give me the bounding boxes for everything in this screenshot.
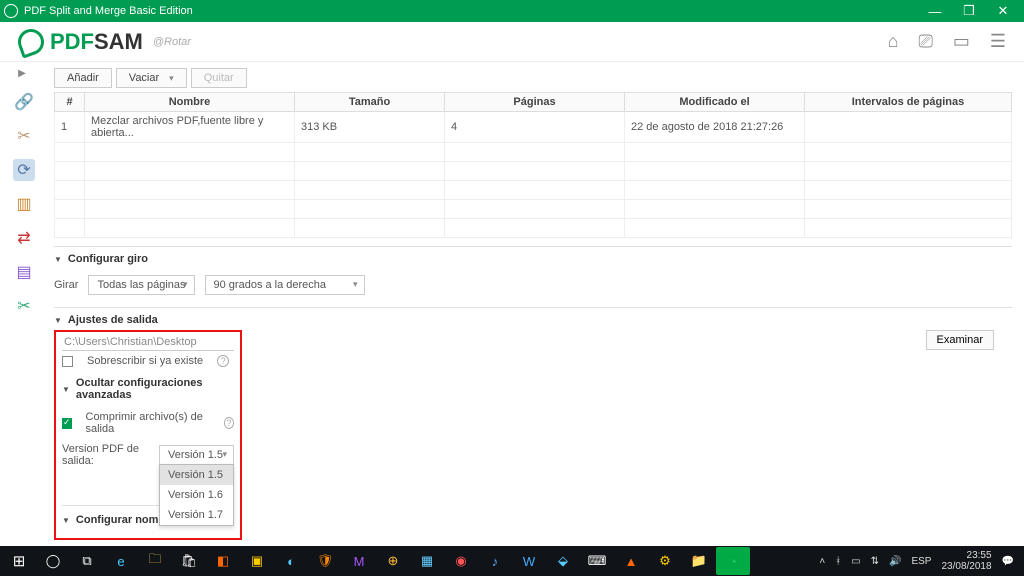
sidebar: ▶ 🔗 ✂ ⟳ ▥ ⇄ ▤ ✂ [0, 62, 48, 546]
minimize-button[interactable]: — [918, 0, 952, 22]
app-taskbar[interactable]: ▣ [240, 547, 274, 575]
table-row [55, 162, 1012, 181]
app-taskbar[interactable]: ♪ [478, 547, 512, 575]
dropdown-option[interactable]: Versión 1.6 [160, 485, 233, 505]
app-taskbar[interactable]: ⬙ [546, 547, 580, 575]
app-taskbar[interactable]: ⌨ [580, 547, 614, 575]
tray-battery-icon[interactable]: ▭ [851, 556, 860, 567]
split-icon[interactable]: ✂ [13, 125, 35, 147]
table-row [55, 219, 1012, 238]
pdf-version-label: Version PDF de salida: [62, 443, 149, 467]
windows-taskbar: ⊞ ◯ ⧉ e 🗀 🛍 ◧ ▣ ◐ 🛡 M ⊕ ▦ ◉ ♪ W ⬙ ⌨ ▲ ⚙ … [0, 546, 1024, 576]
col-num[interactable]: # [55, 93, 85, 112]
word-taskbar[interactable]: W [512, 547, 546, 575]
app-logo: PDFSAM @Rotar [18, 29, 191, 55]
col-pages[interactable]: Páginas [445, 93, 625, 112]
advanced-head[interactable]: Ocultar configuraciones avanzadas [62, 371, 234, 407]
compress-checkbox[interactable] [62, 418, 72, 429]
brand-subtitle: @Rotar [153, 36, 191, 48]
task-view[interactable]: ⧉ [70, 547, 104, 575]
app-taskbar[interactable]: 🛡 [308, 547, 342, 575]
table-row [55, 181, 1012, 200]
rotate-section-head[interactable]: Configurar giro [54, 246, 1012, 271]
dropdown-option[interactable]: Versión 1.7 [160, 505, 233, 525]
tray-notifications-icon[interactable]: 💬 [1002, 556, 1014, 567]
table-row [55, 200, 1012, 219]
highlight-box: Sobrescribir si ya existe ? Ocultar conf… [54, 330, 242, 540]
add-button[interactable]: Añadir [54, 68, 112, 88]
browse-button[interactable]: Examinar [926, 330, 994, 350]
clear-button[interactable]: Vaciar [116, 68, 187, 88]
sidebar-collapse[interactable]: ▶ [18, 68, 26, 79]
tray-sound-icon[interactable]: 🔊 [889, 556, 901, 567]
news-icon[interactable]: ⎚ [918, 31, 932, 52]
output-section-head[interactable]: Ajustes de salida [54, 307, 1012, 332]
output-path-input[interactable] [62, 334, 234, 351]
app-icon [4, 4, 18, 18]
merge-icon[interactable]: 🔗 [13, 91, 35, 113]
split-bookmarks-icon[interactable]: ▤ [13, 261, 35, 283]
file-table: # Nombre Tamaño Páginas Modificado el In… [54, 92, 1012, 238]
window-title: PDF Split and Merge Basic Edition [24, 5, 193, 17]
pdf-version-select[interactable]: Versión 1.5 [159, 445, 234, 465]
compress-label: Comprimir archivo(s) de salida [86, 411, 210, 435]
app-taskbar[interactable]: ▲ [614, 547, 648, 575]
col-modified[interactable]: Modificado el [625, 93, 805, 112]
col-name[interactable]: Nombre [85, 93, 295, 112]
app-taskbar[interactable]: ◐ [274, 547, 308, 575]
start-button[interactable]: ⊞ [2, 547, 36, 575]
rotate-icon[interactable]: ⟳ [13, 159, 35, 181]
dropdown-option[interactable]: Versión 1.5 [160, 465, 233, 485]
table-row[interactable]: 1 Mezclar archivos PDF,fuente libre y ab… [55, 112, 1012, 143]
tray-lang[interactable]: ESP [911, 556, 931, 567]
mix-icon[interactable]: ⇄ [13, 227, 35, 249]
app-toolbar: PDFSAM @Rotar ⌂ ⎚ ▭ ☰ [0, 22, 1024, 62]
window-titlebar: PDF Split and Merge Basic Edition — ❐ ✕ [0, 0, 1024, 22]
remove-button[interactable]: Quitar [191, 68, 247, 88]
logo-icon [14, 25, 47, 58]
split-size-icon[interactable]: ✂ [13, 295, 35, 317]
edge-taskbar[interactable]: e [104, 547, 138, 575]
menu-icon[interactable]: ☰ [990, 31, 1006, 52]
table-row [55, 143, 1012, 162]
window-icon[interactable]: ▭ [953, 31, 970, 52]
app-taskbar[interactable]: ▦ [410, 547, 444, 575]
col-size[interactable]: Tamaño [295, 93, 445, 112]
app-taskbar[interactable]: ⚙ [648, 547, 682, 575]
rotate-label: Girar [54, 279, 78, 291]
tray-bt-icon[interactable]: ᚼ [835, 556, 841, 567]
tray-clock[interactable]: 23:5523/08/2018 [941, 550, 991, 572]
close-button[interactable]: ✕ [986, 0, 1020, 22]
home-icon[interactable]: ⌂ [888, 31, 899, 52]
tray-up-icon[interactable]: ˄ [819, 556, 825, 567]
help-icon[interactable]: ? [217, 355, 229, 367]
rotate-scope-select[interactable]: Todas las páginas [88, 275, 194, 295]
tray-wifi-icon[interactable]: ⇅ [871, 556, 879, 567]
search-taskbar[interactable]: ◯ [36, 547, 70, 575]
pdfsam-taskbar[interactable]: ◔ [716, 547, 750, 575]
help-icon[interactable]: ? [224, 417, 234, 429]
app-taskbar[interactable]: ◉ [444, 547, 478, 575]
extract-icon[interactable]: ▥ [13, 193, 35, 215]
app-taskbar[interactable]: ⊕ [376, 547, 410, 575]
overwrite-checkbox[interactable] [62, 356, 73, 367]
pdf-version-dropdown: Versión 1.5 Versión 1.6 Versión 1.7 [159, 464, 234, 526]
rotate-angle-select[interactable]: 90 grados a la derecha [205, 275, 365, 295]
app-taskbar[interactable]: ◧ [206, 547, 240, 575]
app-taskbar[interactable]: 📁 [682, 547, 716, 575]
col-ranges[interactable]: Intervalos de páginas [805, 93, 1012, 112]
app-taskbar[interactable]: M [342, 547, 376, 575]
explorer-taskbar[interactable]: 🗀 [138, 547, 172, 575]
overwrite-label: Sobrescribir si ya existe [87, 355, 203, 367]
maximize-button[interactable]: ❐ [952, 0, 986, 22]
store-taskbar[interactable]: 🛍 [172, 547, 206, 575]
